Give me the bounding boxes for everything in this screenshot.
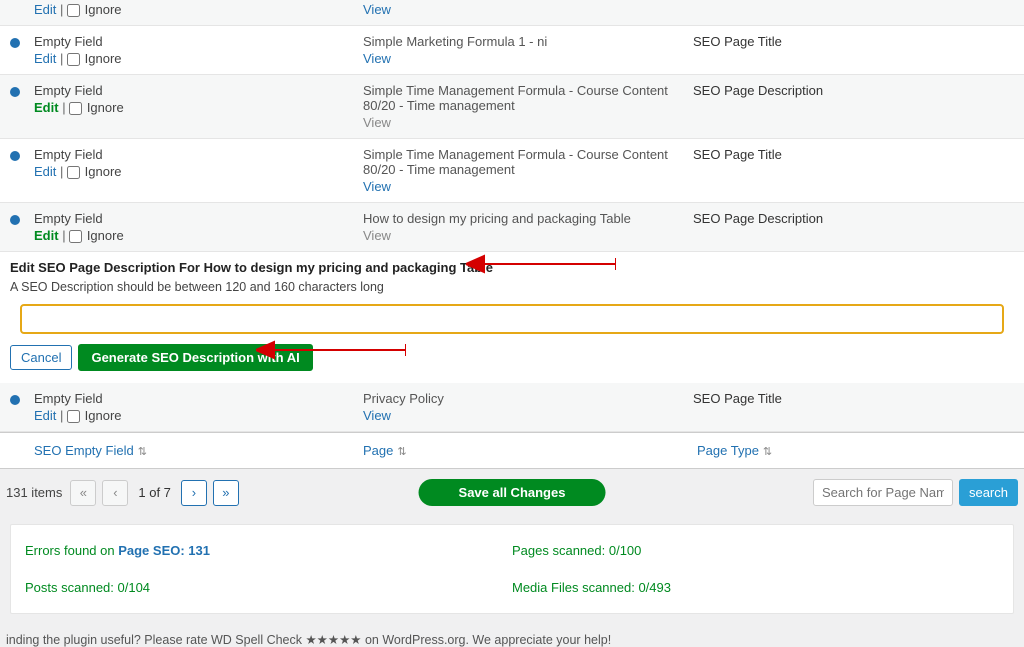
page-type: SEO Page Description bbox=[693, 211, 823, 226]
pages-scanned: Pages scanned: 0/100 bbox=[512, 543, 999, 558]
pager-prev-button[interactable]: ‹ bbox=[102, 480, 128, 506]
edit-link[interactable]: Edit bbox=[34, 2, 56, 17]
sort-icon: ⇅ bbox=[397, 446, 406, 458]
column-header-page[interactable]: Page⇅ bbox=[363, 443, 697, 458]
search-input[interactable] bbox=[813, 479, 953, 506]
edit-link[interactable]: Edit bbox=[34, 51, 56, 66]
page-text: Privacy Policy bbox=[363, 391, 683, 406]
cancel-button[interactable]: Cancel bbox=[10, 345, 72, 370]
errors-link[interactable]: Page SEO: 131 bbox=[118, 543, 210, 558]
ignore-label: Ignore bbox=[85, 164, 122, 179]
table-header: SEO Empty Field⇅ Page⇅ Page Type⇅ bbox=[0, 432, 1024, 469]
pager-first-button[interactable]: « bbox=[70, 480, 96, 506]
page-text: How to design my pricing and packaging T… bbox=[363, 211, 683, 226]
seo-description-input[interactable] bbox=[20, 304, 1004, 334]
status-dot-icon bbox=[10, 395, 20, 405]
view-link[interactable]: View bbox=[363, 179, 391, 194]
ignore-checkbox[interactable] bbox=[69, 102, 82, 115]
page-type: SEO Page Description bbox=[693, 83, 823, 98]
view-link[interactable]: View bbox=[363, 228, 391, 243]
page-text: Simple Marketing Formula 1 - ni bbox=[363, 34, 683, 49]
edit-link[interactable]: Edit bbox=[34, 164, 56, 179]
view-link[interactable]: View bbox=[363, 115, 391, 130]
table-row: Empty Field Edit | Ignore How to design … bbox=[0, 203, 1024, 252]
save-all-button[interactable]: Save all Changes bbox=[419, 479, 606, 506]
ignore-label: Ignore bbox=[85, 2, 122, 17]
pager-last-button[interactable]: » bbox=[213, 480, 239, 506]
ignore-checkbox[interactable] bbox=[67, 166, 80, 179]
view-link[interactable]: View bbox=[363, 51, 391, 66]
table-row: Empty Field Edit | Ignore Simple Marketi… bbox=[0, 26, 1024, 75]
sort-icon: ⇅ bbox=[763, 446, 772, 458]
page-text: Simple Time Management Formula - Course … bbox=[363, 83, 683, 113]
field-title: Empty Field bbox=[34, 147, 363, 162]
field-title: Empty Field bbox=[34, 391, 363, 406]
edit-panel-title: Edit SEO Page Description For How to des… bbox=[10, 260, 1014, 275]
items-count: 131 items bbox=[6, 485, 62, 500]
edit-link[interactable]: Edit bbox=[34, 228, 59, 243]
media-scanned: Media Files scanned: 0/493 bbox=[512, 580, 999, 595]
stats-panel: Errors found on Page SEO: 131 Posts scan… bbox=[10, 524, 1014, 614]
ignore-label: Ignore bbox=[85, 408, 122, 423]
ignore-label: Ignore bbox=[87, 100, 124, 115]
field-title: Empty Field bbox=[34, 34, 363, 49]
table-row: Empty Field Edit | Ignore Simple Time Ma… bbox=[0, 139, 1024, 203]
ignore-label: Ignore bbox=[85, 51, 122, 66]
edit-link[interactable]: Edit bbox=[34, 100, 59, 115]
search-button[interactable]: search bbox=[959, 479, 1018, 506]
pagination-bar: 131 items « ‹ 1 of 7 › » Save all Change… bbox=[0, 469, 1024, 516]
table-row: Empty Field Edit | Ignore Simple Time Ma… bbox=[0, 75, 1024, 139]
ignore-checkbox[interactable] bbox=[69, 230, 82, 243]
ignore-checkbox[interactable] bbox=[67, 53, 80, 66]
errors-label: Errors found on bbox=[25, 543, 118, 558]
ignore-checkbox[interactable] bbox=[67, 4, 80, 17]
posts-scanned: Posts scanned: 0/104 bbox=[25, 580, 512, 595]
view-link[interactable]: View bbox=[363, 408, 391, 423]
field-title: Empty Field bbox=[34, 83, 363, 98]
column-header-field[interactable]: SEO Empty Field⇅ bbox=[0, 443, 363, 458]
page-text: Simple Time Management Formula - Course … bbox=[363, 147, 683, 177]
edit-panel: Edit SEO Page Description For How to des… bbox=[0, 252, 1024, 383]
table-row: Empty Field Edit | Ignore Privacy Policy… bbox=[0, 383, 1024, 432]
status-dot-icon bbox=[10, 87, 20, 97]
footer-cut-text: inding the plugin useful? Please rate WD… bbox=[0, 632, 1024, 647]
page-type: SEO Page Title bbox=[693, 34, 782, 49]
ignore-checkbox[interactable] bbox=[67, 410, 80, 423]
status-dot-icon bbox=[10, 151, 20, 161]
pager-next-button[interactable]: › bbox=[181, 480, 207, 506]
edit-link[interactable]: Edit bbox=[34, 408, 56, 423]
table-row: Edit | Ignore View bbox=[0, 0, 1024, 26]
ignore-label: Ignore bbox=[87, 228, 124, 243]
view-link[interactable]: View bbox=[363, 2, 391, 17]
edit-panel-subtitle: A SEO Description should be between 120 … bbox=[10, 280, 1014, 294]
sort-icon: ⇅ bbox=[138, 446, 147, 458]
column-header-type[interactable]: Page Type⇅ bbox=[697, 443, 987, 458]
status-dot-icon bbox=[10, 38, 20, 48]
page-info: 1 of 7 bbox=[138, 485, 171, 500]
page-type: SEO Page Title bbox=[693, 391, 782, 406]
generate-ai-button[interactable]: Generate SEO Description with AI bbox=[78, 344, 312, 371]
status-dot-icon bbox=[10, 215, 20, 225]
page-type: SEO Page Title bbox=[693, 147, 782, 162]
field-title: Empty Field bbox=[34, 211, 363, 226]
